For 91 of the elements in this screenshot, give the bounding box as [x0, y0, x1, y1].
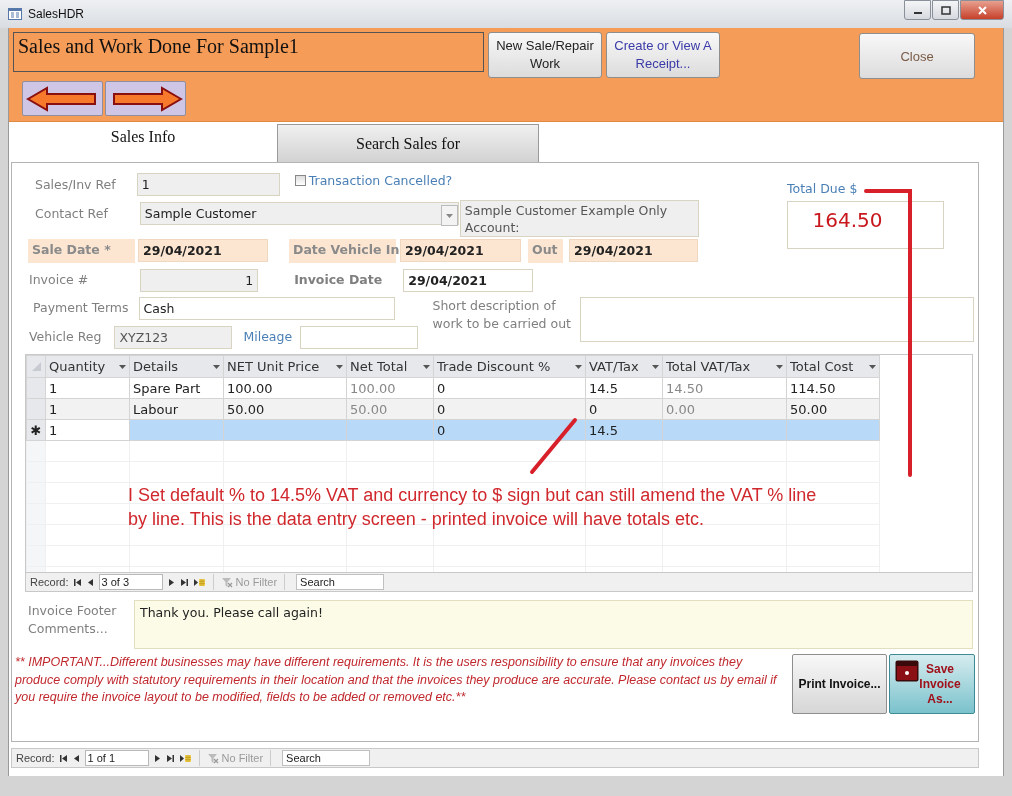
contact-combo-box[interactable]: Sample Customer: [139, 202, 459, 225]
column-header[interactable]: Details: [129, 355, 224, 378]
table-cell: 1: [45, 377, 130, 399]
column-header[interactable]: Quantity: [45, 355, 130, 378]
input-field[interactable]: 1: [136, 173, 280, 196]
column-header[interactable]: Net Total: [346, 355, 434, 378]
column-header[interactable]: Total Cost: [786, 355, 880, 378]
column-header[interactable]: NET Unit Price: [223, 355, 347, 378]
table-cell: 114.50: [786, 377, 880, 399]
next-record-button[interactable]: [105, 81, 186, 116]
field-label: Mileage: [243, 329, 293, 344]
dropdown-icon[interactable]: [869, 364, 876, 369]
next-record-icon[interactable]: [166, 577, 176, 587]
input-field[interactable]: [300, 326, 419, 349]
input-field[interactable]: XYZ123: [114, 326, 233, 349]
field-label: Out: [528, 239, 563, 263]
field-label: Contact Ref: [35, 206, 108, 221]
dropdown-icon[interactable]: [213, 364, 220, 369]
input-field[interactable]: 29/04/2021: [138, 239, 268, 262]
input-field[interactable]: 29/04/2021: [400, 239, 521, 262]
dropdown-icon[interactable]: [423, 364, 430, 369]
field-label: Invoice #: [29, 272, 89, 287]
print-invoice-button[interactable]: Print Invoice...: [792, 654, 887, 714]
maximize-icon: [940, 5, 951, 15]
window-title: SalesHDR: [28, 7, 84, 21]
form-title: Sales and Work Done For Sample1: [13, 32, 484, 72]
receipt-button[interactable]: Create or View A Receipt...: [606, 32, 720, 78]
field-label: Short description of work to be carried out: [432, 297, 572, 333]
field-label: Invoice Date: [294, 272, 383, 287]
form-icon: [8, 8, 22, 20]
new-record-icon[interactable]: [178, 753, 192, 763]
field-label: Sales/Inv Ref: [35, 177, 116, 192]
column-header[interactable]: Total VAT/Tax: [662, 355, 787, 378]
save-invoice-button[interactable]: Save Invoice As...: [889, 654, 975, 714]
previous-record-button[interactable]: [22, 81, 103, 116]
field-label: Payment Terms: [33, 300, 129, 315]
input-field[interactable]: 29/04/2021: [569, 239, 698, 262]
first-record-icon[interactable]: [72, 577, 82, 587]
table-cell: Spare Part: [129, 377, 224, 399]
search-field[interactable]: Search: [296, 574, 385, 590]
minimize-button[interactable]: [904, 0, 931, 20]
table-cell: 14.50: [662, 377, 787, 399]
record-label: Record:: [30, 576, 69, 588]
next-record-icon[interactable]: [152, 753, 162, 763]
contact-info-field: Sample Customer Example Only Account:: [459, 200, 699, 237]
new-sale-button[interactable]: New Sale/Repair Work: [488, 32, 602, 78]
close-icon: [977, 5, 987, 15]
checkbox-label: Transaction Cancelled?: [308, 173, 453, 188]
description-field[interactable]: [579, 297, 974, 342]
table-cell: 14.5: [585, 377, 663, 399]
last-record-icon[interactable]: [165, 753, 175, 763]
total-due-value: 164.50: [787, 201, 944, 249]
record-label: Record:: [16, 752, 55, 764]
maximize-button[interactable]: [932, 0, 959, 20]
table-cell: 0: [433, 377, 586, 399]
record-position-field[interactable]: 3 of 3: [98, 574, 163, 590]
table-cell: 100.00: [346, 377, 434, 399]
field-label: Sale Date *: [28, 239, 135, 263]
dropdown-icon[interactable]: [776, 364, 783, 369]
last-record-icon[interactable]: [179, 577, 189, 587]
dropdown-icon[interactable]: [445, 213, 453, 218]
tab[interactable]: Search Sales for: [277, 124, 539, 162]
dropdown-icon[interactable]: [119, 364, 126, 369]
dropdown-icon[interactable]: [575, 364, 582, 369]
column-header[interactable]: VAT/Tax: [585, 355, 663, 378]
total-due-label: Total Due $: [787, 181, 859, 196]
input-field[interactable]: 1: [140, 269, 259, 292]
dropdown-icon[interactable]: [652, 364, 659, 369]
table-cell: 100.00: [223, 377, 347, 399]
field-label: Invoice Footer Comments...: [28, 602, 118, 638]
previous-record-icon[interactable]: [71, 753, 81, 763]
dropdown-icon[interactable]: [336, 364, 343, 369]
input-field[interactable]: 29/04/2021: [403, 269, 534, 292]
field-label: Vehicle Reg: [29, 329, 102, 344]
input-field[interactable]: Cash: [138, 297, 395, 320]
search-field[interactable]: Search: [282, 750, 371, 766]
first-record-icon[interactable]: [58, 753, 68, 763]
previous-record-icon[interactable]: [85, 577, 95, 587]
checkbox[interactable]: [294, 175, 306, 186]
filter-icon: [220, 576, 233, 588]
close-form-button[interactable]: Close: [859, 33, 975, 79]
filter-icon: [206, 752, 219, 764]
annotation-text: I Set default % to 14.5% VAT and currency to $ sign but can still amend the VAT % line by line. This is the data entry screen - printed invoice will have totals etc.: [128, 484, 818, 531]
footer-comments-field[interactable]: Thank you. Please call again!: [134, 600, 973, 649]
minimize-icon: [913, 12, 922, 14]
new-record-marker: ✱: [30, 422, 42, 438]
record-position-field[interactable]: 1 of 1: [84, 750, 149, 766]
new-record-icon[interactable]: [192, 577, 206, 587]
close-button[interactable]: [960, 0, 1004, 20]
disclaimer-text: ** IMPORTANT...Different businesses may have different requirements. It is the users responsibility to ensure that any invoices they produce comply with statutory requirements in their location and that the invoices they produce are accurate. Please contact us by email if you require the invoice layout to be modified, fields to be added or removed etc.**: [15, 654, 779, 706]
column-header[interactable]: Trade Discount %: [433, 355, 586, 378]
